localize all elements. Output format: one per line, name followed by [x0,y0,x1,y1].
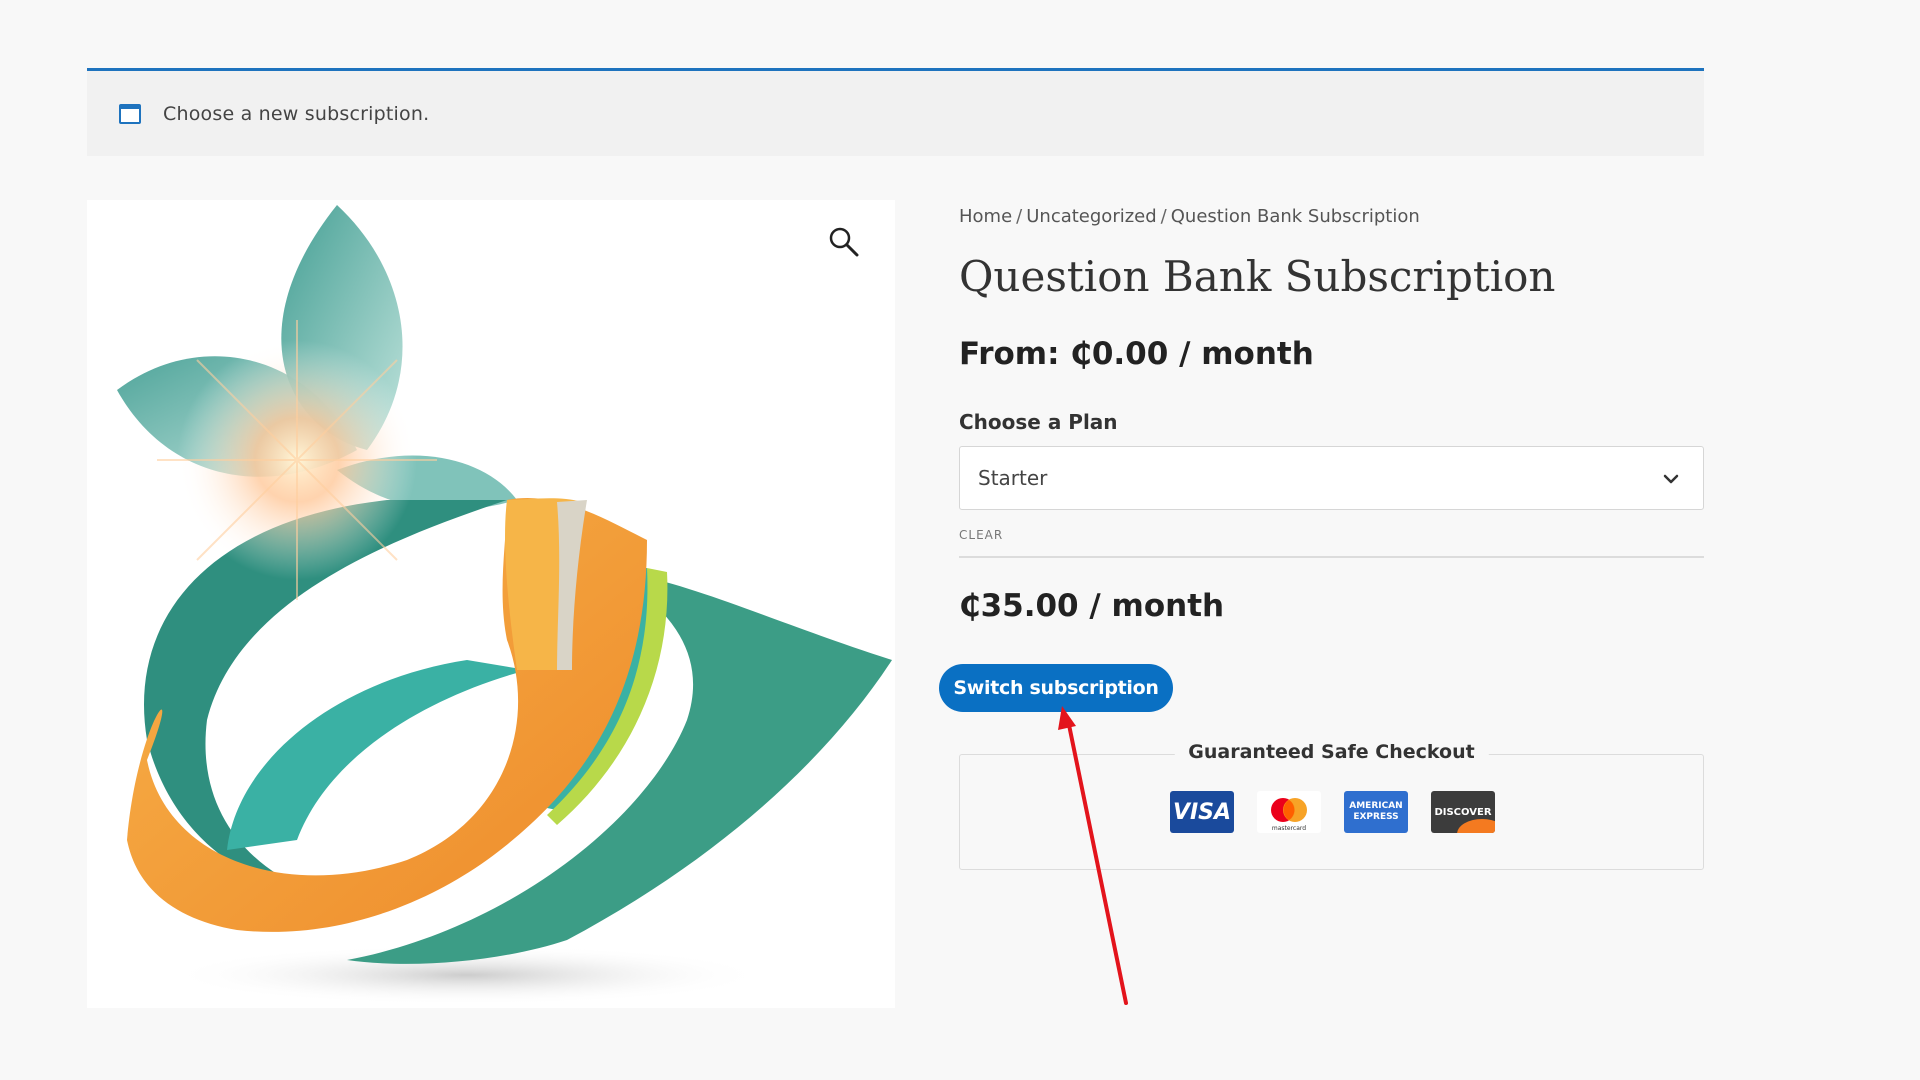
safe-checkout-box: Guaranteed Safe Checkout VISA mastercard… [959,741,1704,870]
divider [959,556,1704,558]
clear-link[interactable]: CLEAR [959,528,1003,542]
chevron-down-icon [1663,474,1679,484]
visa-card-icon: VISA [1170,791,1234,833]
variation-price: ₵35.00 / month [959,588,1225,624]
breadcrumb-home[interactable]: Home [959,206,1012,227]
plan-select[interactable]: Starter [959,446,1704,510]
page: Choose a new subscription. Home / Uncate… [0,0,1920,1080]
mastercard-icon: mastercard [1257,791,1321,833]
breadcrumb-category[interactable]: Uncategorized [1026,206,1156,227]
payment-cards: VISA mastercard AMERICAN EXPRESS DISCOVE… [1170,791,1495,833]
notice-text: Choose a new subscription. [163,102,430,125]
breadcrumb-separator: / [1016,206,1023,227]
amex-label-line2: EXPRESS [1353,812,1399,822]
visa-label: VISA [1172,799,1232,825]
discover-label: DISCOVER [1434,806,1492,818]
price-from: From: ₵0.00 / month [959,336,1314,372]
mastercard-label: mastercard [1272,825,1306,832]
magnifier-icon[interactable] [827,225,861,259]
discover-card-icon: DISCOVER [1431,791,1495,833]
switch-subscription-button[interactable]: Switch subscription [939,664,1173,712]
amex-label-line1: AMERICAN [1349,801,1403,811]
american-express-icon: AMERICAN EXPRESS [1344,791,1408,833]
calendar-window-icon [119,103,141,124]
product-title: Question Bank Subscription [959,252,1556,301]
breadcrumb: Home / Uncategorized / Question Bank Subscri… [959,206,1420,227]
mastercard-logo: mastercard [1271,798,1307,832]
product-image[interactable] [87,200,895,1008]
safe-checkout-title: Guaranteed Safe Checkout [1174,741,1489,763]
abstract-logo-image [117,205,892,1005]
breadcrumb-separator: / [1160,206,1167,227]
plan-select-value: Starter [978,466,1048,490]
breadcrumb-current: Question Bank Subscription [1170,206,1420,227]
notice-bar: Choose a new subscription. [87,68,1704,156]
plan-label: Choose a Plan [959,410,1118,434]
